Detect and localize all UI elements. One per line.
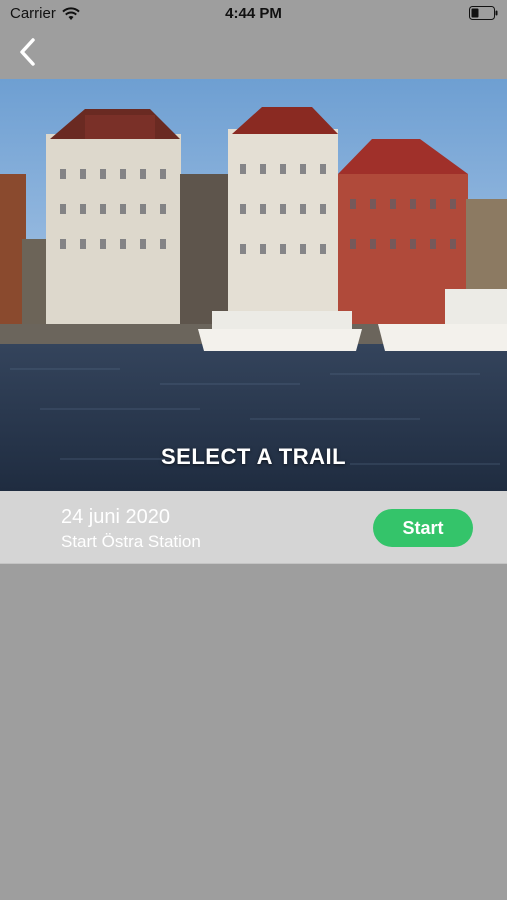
waterfront-photo xyxy=(0,79,507,491)
trail-date: 24 juni 2020 xyxy=(61,506,170,528)
hero-image: SELECT A TRAIL xyxy=(0,79,507,491)
status-time: 4:44 PM xyxy=(225,5,282,22)
battery-icon xyxy=(469,6,498,20)
chevron-left-icon xyxy=(20,38,35,66)
nav-bar xyxy=(0,28,507,78)
status-bar: Carrier 4:44 PM xyxy=(0,0,507,28)
trail-start-location: Start Östra Station xyxy=(61,532,201,551)
start-button[interactable]: Start xyxy=(373,509,473,547)
trail-card: 24 juni 2020 Start Östra Station Start xyxy=(0,491,507,564)
hero-title: SELECT A TRAIL xyxy=(160,444,347,469)
back-button[interactable] xyxy=(10,34,46,70)
